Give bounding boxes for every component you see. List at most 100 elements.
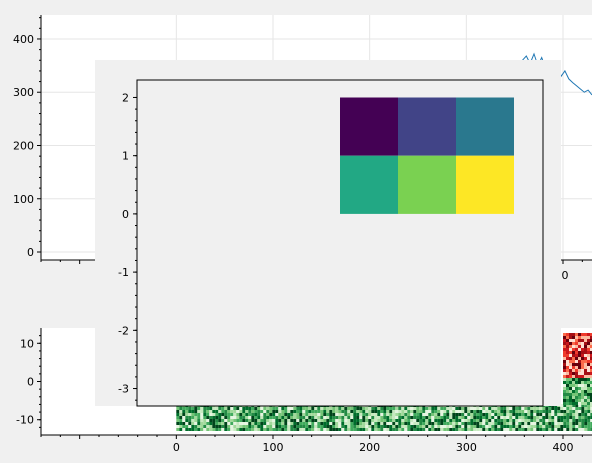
heatmap-cell [404,422,408,425]
heatmap-cell [572,393,575,396]
heatmap-cell [551,419,555,422]
heatmap-cell [551,416,555,419]
heatmap-cell [368,410,372,413]
heatmap-cell [242,422,246,425]
heatmap-cell [563,360,566,363]
heatmap-cell [587,336,590,339]
heatmap-cell [563,416,567,419]
heatmap-cell [299,422,303,425]
heatmap-cell [383,416,387,419]
top-x-tick-label: 0 [562,269,569,282]
heatmap-cell [578,336,581,339]
heatmap-cell [410,422,414,425]
heatmap-cell [197,422,201,425]
heatmap-cell [245,428,249,431]
heatmap-cell [566,387,569,390]
heatmap-cell [575,422,579,425]
heatmap-cell [239,410,243,413]
heatmap-cell [431,428,435,431]
heatmap-cell [584,375,587,378]
heatmap-cell [425,413,429,416]
heatmap-cell [584,402,587,405]
heatmap-cell [575,372,578,375]
heatmap-cell [284,428,288,431]
heatmap-cell [308,419,312,422]
heatmap-cell [509,425,513,428]
heatmap-cell [272,422,276,425]
heatmap-cell [215,416,219,419]
heatmap-cell [374,425,378,428]
heatmap-cell [281,407,285,410]
heatmap-cell [521,416,525,419]
heatmap-cell [584,357,587,360]
heatmap-cell [419,416,423,419]
heatmap-cell [233,419,237,422]
heatmap-cell [428,419,432,422]
heatmap-cell [329,425,333,428]
heatmap-cell [239,422,243,425]
heatmap-cell [446,416,450,419]
heatmap-cell [578,354,581,357]
heatmap-cell [503,419,507,422]
heatmap-cell [575,360,578,363]
heatmap-cell [338,413,342,416]
heatmap-cell [566,366,569,369]
heatmap-cell [518,413,522,416]
heatmap-cell [581,345,584,348]
heatmap-cell [560,410,564,413]
heatmap-cell [485,419,489,422]
heatmap-cell [530,413,534,416]
heatmap-cell [257,419,261,422]
heatmap-cell [368,416,372,419]
heatmap-cell [275,413,279,416]
heatmap-cell [524,422,528,425]
heatmap-cell [224,428,228,431]
heatmap-cell [317,419,321,422]
heatmap-cell [350,425,354,428]
heatmap-cell [245,413,249,416]
heatmap-cell [245,422,249,425]
heatmap-cell [494,413,498,416]
heatmap-cell [557,422,561,425]
heatmap-cell [296,416,300,419]
heatmap-cell [470,410,474,413]
heatmap-cell [245,419,249,422]
heatmap-cell [260,419,264,422]
heatmap-cell [566,363,569,366]
heatmap-cell [338,410,342,413]
heatmap-cell [461,425,465,428]
heatmap-cell [188,425,192,428]
heatmap-cell [311,428,315,431]
heatmap-cell [200,422,204,425]
heatmap-cell [200,428,204,431]
heatmap-cell [371,422,375,425]
heatmap-cell [542,419,546,422]
heatmap-cell [233,413,237,416]
heatmap-cell [566,425,570,428]
heatmap-cell [581,375,584,378]
heatmap-cell [581,378,584,381]
heatmap-cell [524,410,528,413]
heatmap-cell [569,419,573,422]
heatmap-cell [266,425,270,428]
heatmap-cell [470,407,474,410]
heatmap-cell [347,410,351,413]
heatmap-cell [539,422,543,425]
heatmap-cell [251,425,255,428]
heatmap-cell [365,422,369,425]
heatmap-cell [218,416,222,419]
heatmap-cell [305,425,309,428]
heatmap-cell [437,407,441,410]
heatmap-cell [407,419,411,422]
heatmap-cell [314,425,318,428]
heatmap-cell [437,410,441,413]
heatmap-cell [203,428,207,431]
heatmap-cell [464,413,468,416]
heatmap-cell [500,407,504,410]
heatmap-cell [557,419,561,422]
heatmap-cell [572,378,575,381]
heatmap-cell [437,413,441,416]
heatmap-cell [269,413,273,416]
heatmap-cell [527,416,531,419]
heatmap-cell [383,410,387,413]
